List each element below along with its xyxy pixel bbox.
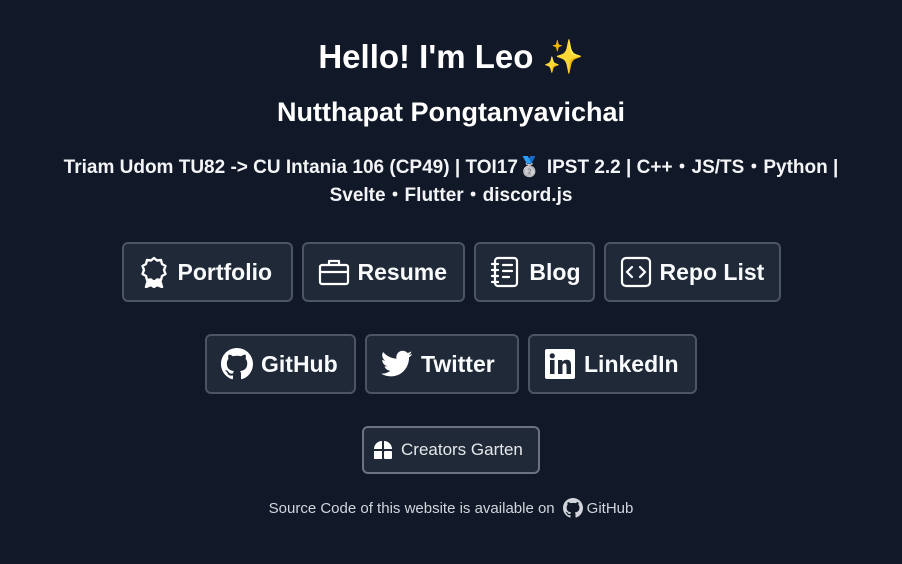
repo-list-button[interactable]: Repo List bbox=[603, 242, 781, 302]
creators-garten-icon bbox=[372, 439, 394, 461]
page: Hello! I'm Leo ✨ Nutthapat Pongtanyavich… bbox=[0, 0, 902, 564]
code-icon bbox=[620, 256, 652, 288]
footer-link-label: GitHub bbox=[586, 499, 634, 517]
full-name: Nutthapat Pongtanyavichai bbox=[276, 97, 626, 127]
resume-button[interactable]: Resume bbox=[301, 242, 465, 302]
twitter-label: Twitter bbox=[421, 350, 495, 377]
community-links: Creators Garten bbox=[0, 426, 902, 474]
creators-garten-button[interactable]: Creators Garten bbox=[362, 426, 540, 474]
creators-garten-label: Creators Garten bbox=[401, 440, 523, 459]
footer-github-link[interactable]: GitHub bbox=[562, 498, 634, 518]
linkedin-button[interactable]: LinkedIn bbox=[528, 334, 697, 394]
blog-label: Blog bbox=[529, 258, 581, 285]
primary-links: Portfolio Resume Blog Repo List bbox=[0, 242, 902, 302]
page-title: Hello! I'm Leo ✨ bbox=[318, 38, 584, 75]
github-button[interactable]: GitHub bbox=[205, 334, 356, 394]
portfolio-button[interactable]: Portfolio bbox=[121, 242, 293, 302]
social-links: GitHub Twitter LinkedIn bbox=[0, 334, 902, 394]
linkedin-label: LinkedIn bbox=[584, 350, 679, 377]
briefcase-icon bbox=[318, 256, 350, 288]
repo-list-label: Repo List bbox=[659, 258, 765, 285]
github-icon bbox=[562, 498, 583, 518]
resume-label: Resume bbox=[357, 258, 447, 285]
tagline-line-2: Svelte・Flutter・discord.js bbox=[329, 185, 573, 206]
blog-button[interactable]: Blog bbox=[473, 242, 595, 302]
notebook-icon bbox=[490, 256, 522, 288]
award-icon bbox=[138, 256, 170, 288]
portfolio-label: Portfolio bbox=[177, 258, 273, 285]
tagline-line-1: Triam Udom TU82 -> CU Intania 106 (CP49)… bbox=[63, 157, 839, 178]
twitter-icon bbox=[381, 348, 413, 380]
footer: Source Code of this website is available… bbox=[0, 498, 902, 518]
github-icon bbox=[221, 348, 253, 380]
twitter-button[interactable]: Twitter bbox=[365, 334, 519, 394]
linkedin-icon bbox=[544, 348, 576, 380]
tagline: Triam Udom TU82 -> CU Intania 106 (CP49)… bbox=[24, 154, 878, 210]
footer-text: Source Code of this website is available… bbox=[268, 499, 555, 517]
github-label: GitHub bbox=[261, 350, 338, 377]
